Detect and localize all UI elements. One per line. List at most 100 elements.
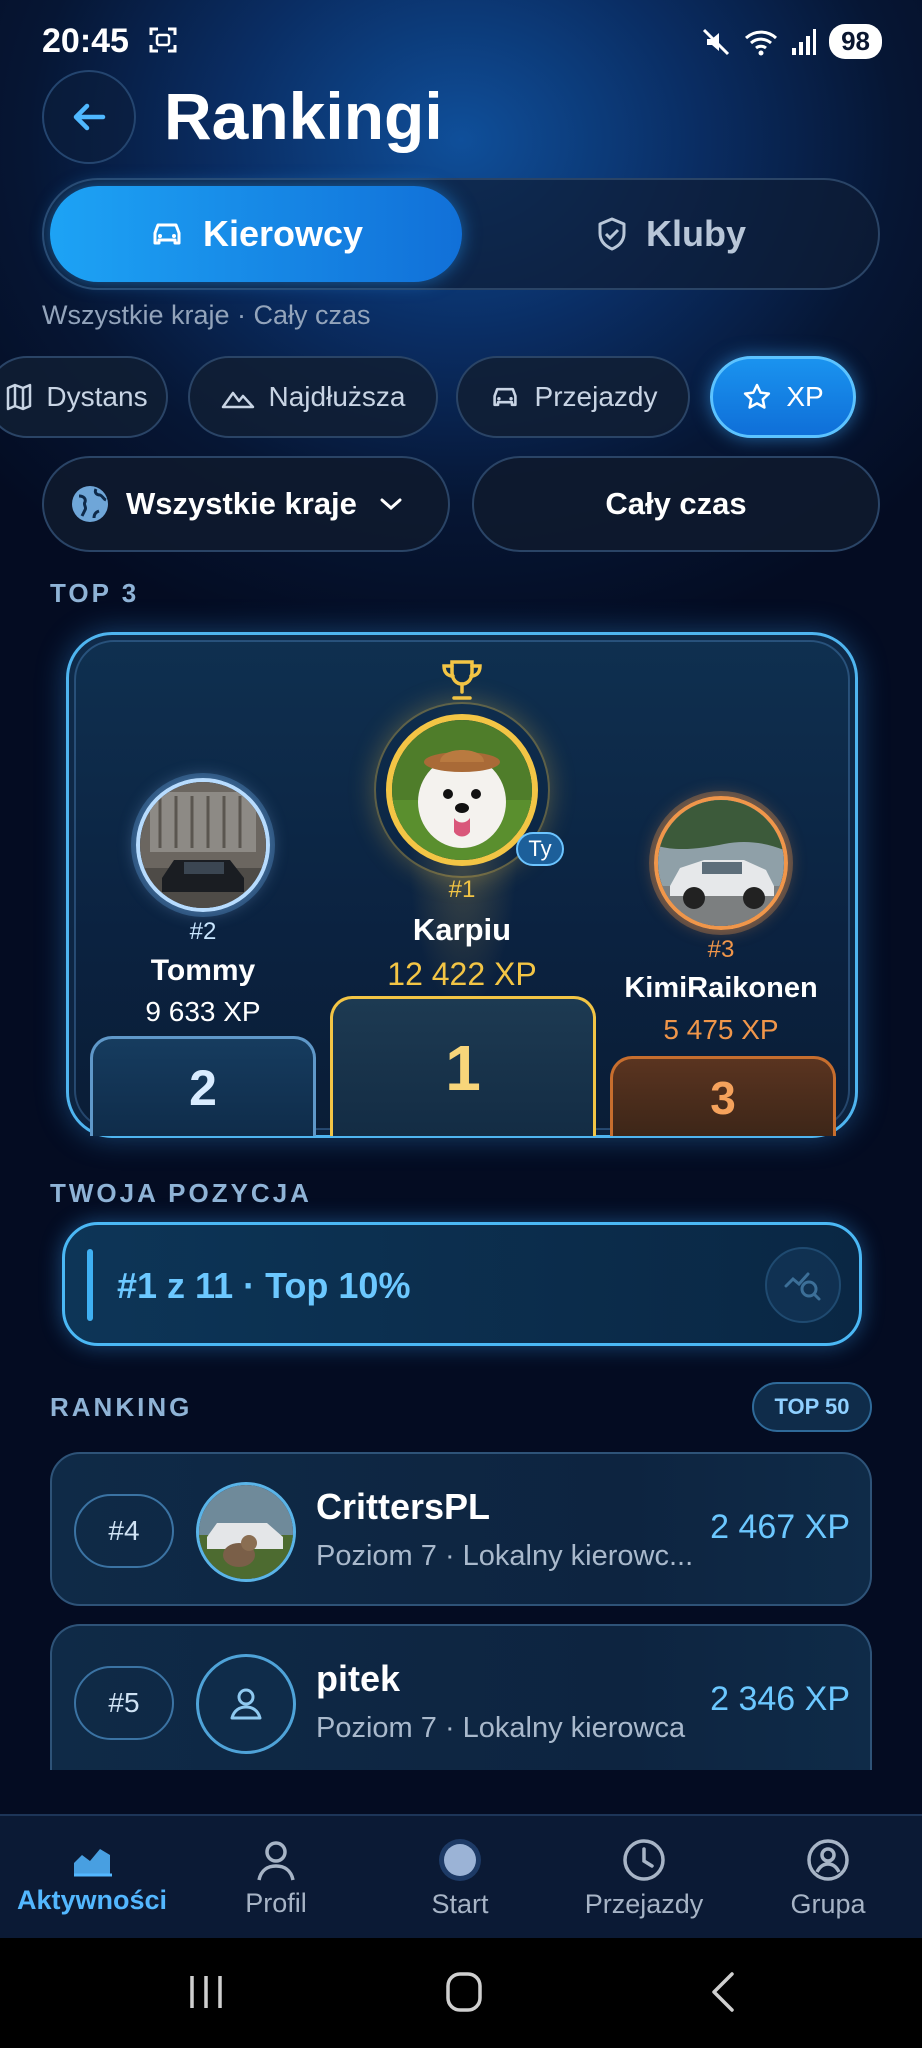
start-dot-icon bbox=[439, 1838, 481, 1881]
chevron-down-icon bbox=[380, 498, 402, 511]
trophy-icon bbox=[442, 660, 482, 700]
avatar-second[interactable] bbox=[136, 778, 270, 912]
third-name: KimiRaikonen bbox=[624, 972, 818, 1004]
nav-grupa-label: Grupa bbox=[790, 1888, 866, 1919]
signal-icon bbox=[792, 28, 817, 55]
second-xp: 9 633 XP bbox=[145, 996, 261, 1027]
ranking-row[interactable]: #4 CrittersPL Poziom 7 · Lokalny kierowc… bbox=[50, 1452, 872, 1606]
period-dropdown[interactable]: Cały czas bbox=[472, 456, 880, 552]
map-icon bbox=[7, 383, 32, 411]
top50-badge: TOP 50 bbox=[752, 1382, 872, 1432]
tab-kluby[interactable]: Kluby bbox=[470, 186, 872, 282]
mountain-icon bbox=[221, 391, 254, 409]
screenshot-icon bbox=[149, 27, 177, 53]
shield-check-icon bbox=[598, 217, 626, 251]
mute-icon bbox=[703, 28, 730, 55]
chip-dystans[interactable]: Dystans bbox=[0, 356, 168, 438]
ranking-row-name: pitek bbox=[316, 1658, 401, 1699]
third-rank: #3 bbox=[707, 936, 735, 963]
nav-przejazdy[interactable]: Przejazdy bbox=[552, 1816, 736, 1940]
car-and-dog-photo bbox=[199, 1485, 293, 1579]
chart-icon bbox=[74, 1848, 112, 1876]
my-position-text: #1 z 11 · Top 10% bbox=[117, 1265, 411, 1306]
page-title: Rankingi bbox=[164, 79, 443, 153]
car-icon bbox=[492, 387, 517, 407]
podium-block-first: 1 bbox=[330, 996, 596, 1136]
chip-dystans-label: Dystans bbox=[46, 381, 148, 412]
metric-chips: Dystans Najdłuższa Przejazdy XP bbox=[0, 356, 922, 438]
first-xp: 12 422 XP bbox=[387, 956, 537, 992]
nav-start[interactable]: Start bbox=[368, 1816, 552, 1940]
tab-kierowcy-label: Kierowcy bbox=[202, 213, 364, 254]
country-dropdown[interactable]: Wszystkie kraje bbox=[42, 456, 450, 552]
ranking-section-label: RANKING bbox=[50, 1392, 193, 1422]
star-icon bbox=[744, 383, 771, 409]
nav-przejazdy-label: Przejazdy bbox=[584, 1888, 704, 1919]
period-dropdown-value: Cały czas bbox=[605, 486, 747, 521]
car-icon bbox=[153, 223, 181, 245]
ranking-row-subtitle: Poziom 7 · Lokalny kierowc... bbox=[316, 1540, 694, 1572]
tab-kierowcy[interactable]: Kierowcy bbox=[50, 186, 462, 282]
avatar-third[interactable] bbox=[654, 796, 788, 930]
nav-grupa[interactable]: Grupa bbox=[736, 1816, 920, 1940]
podium-block-third: 3 bbox=[610, 1056, 836, 1136]
avatar-first[interactable] bbox=[386, 714, 538, 866]
ranking-row-subtitle: Poziom 7 · Lokalny kierowca bbox=[316, 1712, 686, 1744]
first-name: Karpiu bbox=[412, 912, 512, 947]
podium-block-second: 2 bbox=[90, 1036, 316, 1136]
tab-kluby-label: Kluby bbox=[645, 213, 746, 254]
bmw-car-photo bbox=[658, 800, 784, 926]
person-icon bbox=[257, 1840, 295, 1880]
status-bar: 20:45 98 bbox=[0, 0, 922, 82]
home-icon[interactable] bbox=[444, 1970, 484, 2014]
ranking-row-avatar bbox=[196, 1654, 296, 1754]
second-rank: #2 bbox=[189, 918, 217, 945]
position-accent-bar bbox=[87, 1249, 93, 1321]
arrow-left-icon bbox=[73, 103, 106, 131]
chart-search-icon bbox=[784, 1272, 821, 1301]
nav-start-label: Start bbox=[431, 1888, 489, 1919]
ranking-row-name: CrittersPL bbox=[316, 1486, 491, 1527]
my-position-section-label: TWOJA POZYCJA bbox=[50, 1178, 312, 1208]
wifi-icon bbox=[745, 30, 778, 55]
status-right: 98 bbox=[701, 24, 882, 59]
group-icon bbox=[807, 1838, 849, 1881]
ranking-row-rank: #4 bbox=[74, 1494, 174, 1568]
recent-apps-icon[interactable] bbox=[188, 1972, 224, 2012]
ranking-row-avatar bbox=[196, 1482, 296, 1582]
first-rank: #1 bbox=[448, 876, 476, 903]
ranking-row-xp: 2 467 XP bbox=[710, 1508, 850, 1546]
third-xp: 5 475 XP bbox=[663, 1014, 779, 1045]
dog-photo bbox=[392, 720, 532, 860]
garage-car-photo bbox=[140, 782, 266, 908]
nav-aktywnosci-label: Aktywności bbox=[16, 1884, 168, 1915]
you-badge: Ty bbox=[516, 832, 564, 866]
person-placeholder-icon bbox=[230, 1688, 262, 1720]
analytics-search-button[interactable] bbox=[765, 1247, 841, 1323]
second-name: Tommy bbox=[150, 954, 256, 987]
ranking-row[interactable]: #5 pitek Poziom 7 · Lokalny kierowca 2 3… bbox=[50, 1624, 872, 1770]
system-back-icon[interactable] bbox=[708, 1970, 738, 2014]
chip-przejazdy-label: Przejazdy bbox=[534, 381, 658, 412]
ranking-row-xp: 2 346 XP bbox=[710, 1680, 850, 1718]
nav-aktywnosci[interactable]: Aktywności bbox=[0, 1816, 184, 1940]
back-button[interactable] bbox=[42, 70, 136, 164]
chip-najdluzsza-label: Najdłuższa bbox=[268, 381, 406, 412]
chip-najdluzsza[interactable]: Najdłuższa bbox=[188, 356, 438, 438]
nav-profil-label: Profil bbox=[245, 1887, 307, 1918]
chip-xp-label: XP bbox=[786, 381, 824, 412]
system-navigation-bar bbox=[0, 1938, 922, 2048]
chip-xp[interactable]: XP bbox=[710, 356, 856, 438]
globe-icon bbox=[72, 486, 108, 522]
bottom-navigation: Aktywności Profil Start Przejazdy Grupa bbox=[0, 1814, 922, 1938]
filter-summary: Wszystkie kraje · Cały czas bbox=[42, 300, 371, 330]
country-dropdown-value: Wszystkie kraje bbox=[126, 486, 357, 521]
status-time: 20:45 bbox=[42, 22, 129, 60]
ranking-row-rank: #5 bbox=[74, 1666, 174, 1740]
top3-section-label: TOP 3 bbox=[50, 578, 140, 608]
clock-icon bbox=[623, 1838, 665, 1881]
chip-przejazdy[interactable]: Przejazdy bbox=[456, 356, 690, 438]
nav-profil[interactable]: Profil bbox=[184, 1816, 368, 1940]
my-position-card[interactable]: #1 z 11 · Top 10% bbox=[62, 1222, 862, 1346]
battery-indicator: 98 bbox=[829, 24, 882, 59]
